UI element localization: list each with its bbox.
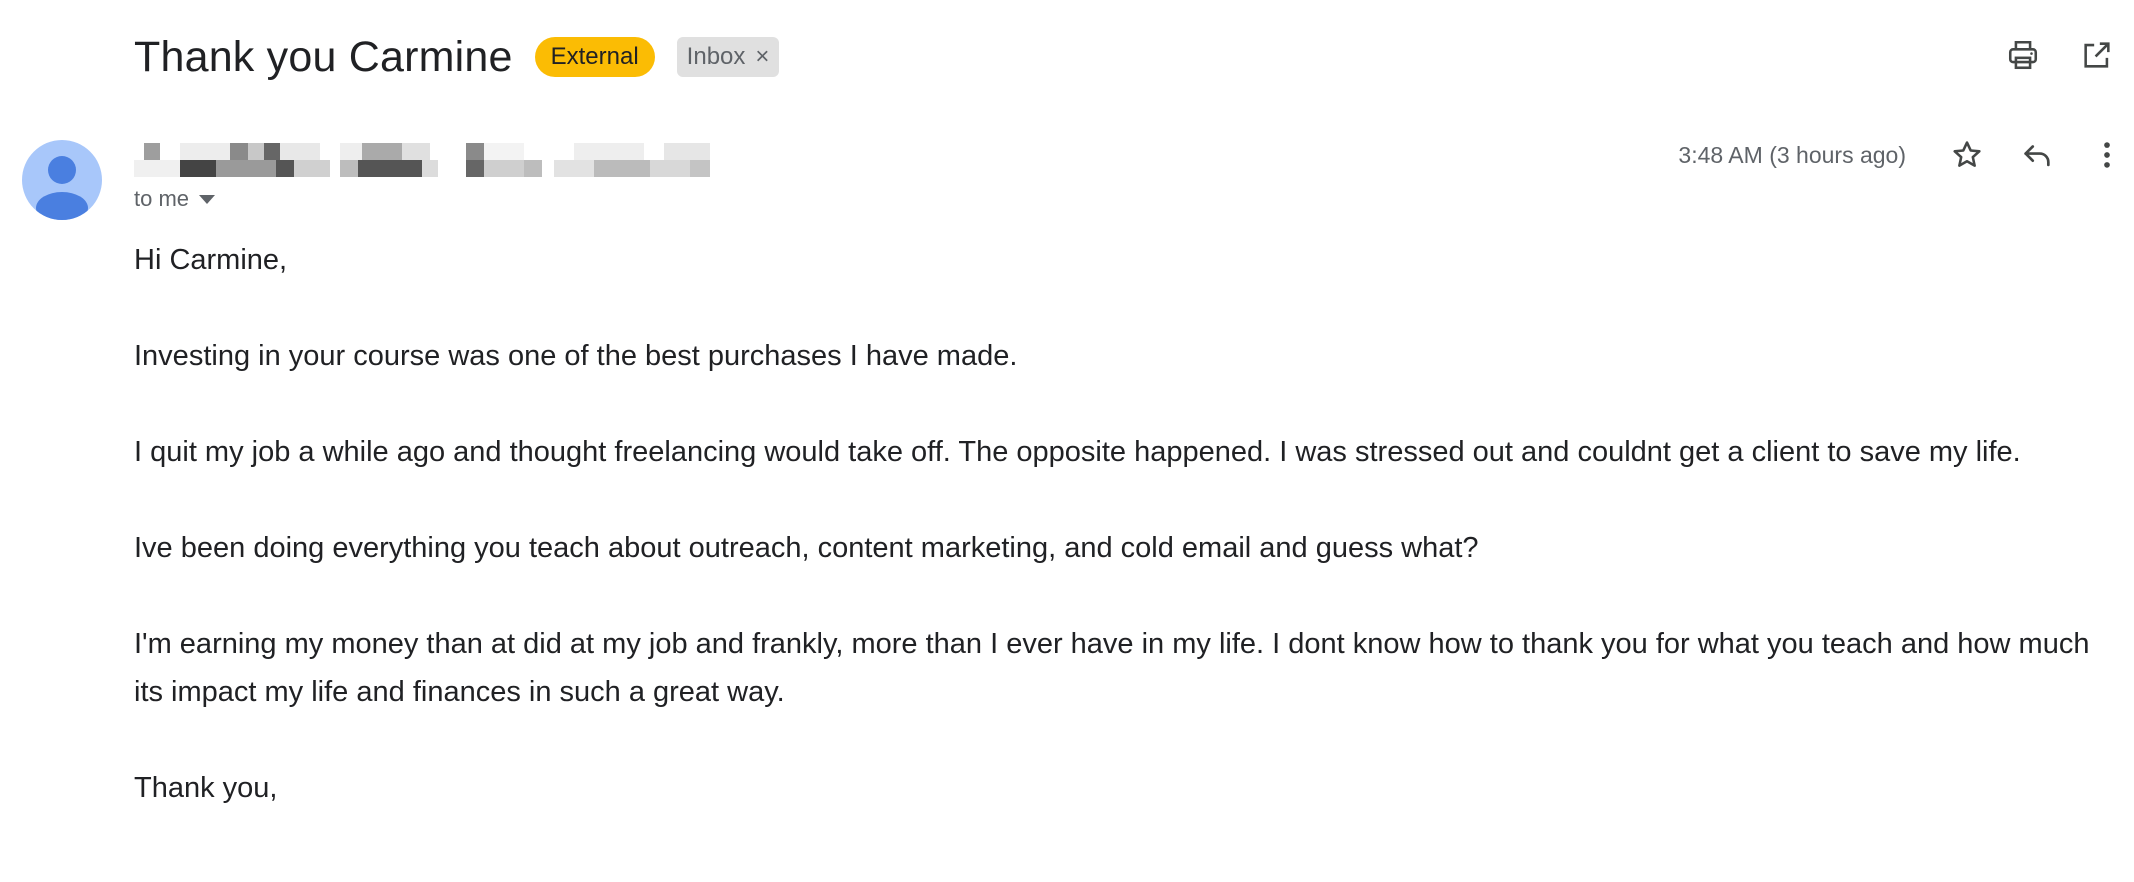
recipient-details-toggle[interactable]: to me bbox=[134, 186, 216, 212]
body-paragraph: Ive been doing everything you teach abou… bbox=[134, 532, 1479, 564]
email-view: Thank you Carmine External Inbox × to me… bbox=[0, 0, 2134, 882]
body-greeting: Hi Carmine, bbox=[134, 244, 288, 276]
reply-icon bbox=[2024, 145, 2050, 167]
email-subject: Thank you Carmine bbox=[134, 32, 513, 81]
open-in-new-window-button[interactable] bbox=[2078, 36, 2116, 74]
body-paragraph: I'm earning my money than at did at my j… bbox=[134, 628, 2090, 708]
subject-row: Thank you Carmine External Inbox × bbox=[134, 22, 780, 92]
email-body: Hi Carmine, Investing in your course was… bbox=[134, 236, 2119, 860]
star-icon bbox=[1953, 141, 1981, 167]
body-paragraph: I quit my job a while ago and thought fr… bbox=[134, 436, 2021, 468]
caret-down-icon bbox=[199, 194, 216, 204]
print-icon bbox=[2008, 40, 2038, 70]
more-options-button[interactable] bbox=[2088, 136, 2126, 174]
print-button[interactable] bbox=[2004, 36, 2042, 74]
body-paragraph: Investing in your course was one of the … bbox=[134, 340, 1018, 372]
more-vert-icon bbox=[2104, 142, 2110, 168]
inbox-label-text: Inbox bbox=[686, 43, 746, 70]
reply-button[interactable] bbox=[2018, 136, 2056, 174]
remove-label-icon[interactable]: × bbox=[755, 43, 769, 71]
inbox-label: Inbox × bbox=[676, 37, 780, 77]
thread-actions bbox=[2004, 36, 2116, 74]
body-closing: Thank you, bbox=[134, 772, 278, 804]
star-button[interactable] bbox=[1948, 136, 1986, 174]
timestamp: 3:48 AM (3 hours ago) bbox=[1678, 141, 1906, 168]
recipient-text: to me bbox=[134, 186, 190, 211]
message-meta: 3:48 AM (3 hours ago) bbox=[1678, 136, 2126, 174]
external-label: External bbox=[534, 37, 655, 77]
person-icon bbox=[36, 156, 88, 220]
open-in-new-icon bbox=[2084, 42, 2110, 68]
sender-avatar[interactable] bbox=[22, 140, 102, 220]
sender-name-redacted[interactable] bbox=[134, 143, 720, 179]
